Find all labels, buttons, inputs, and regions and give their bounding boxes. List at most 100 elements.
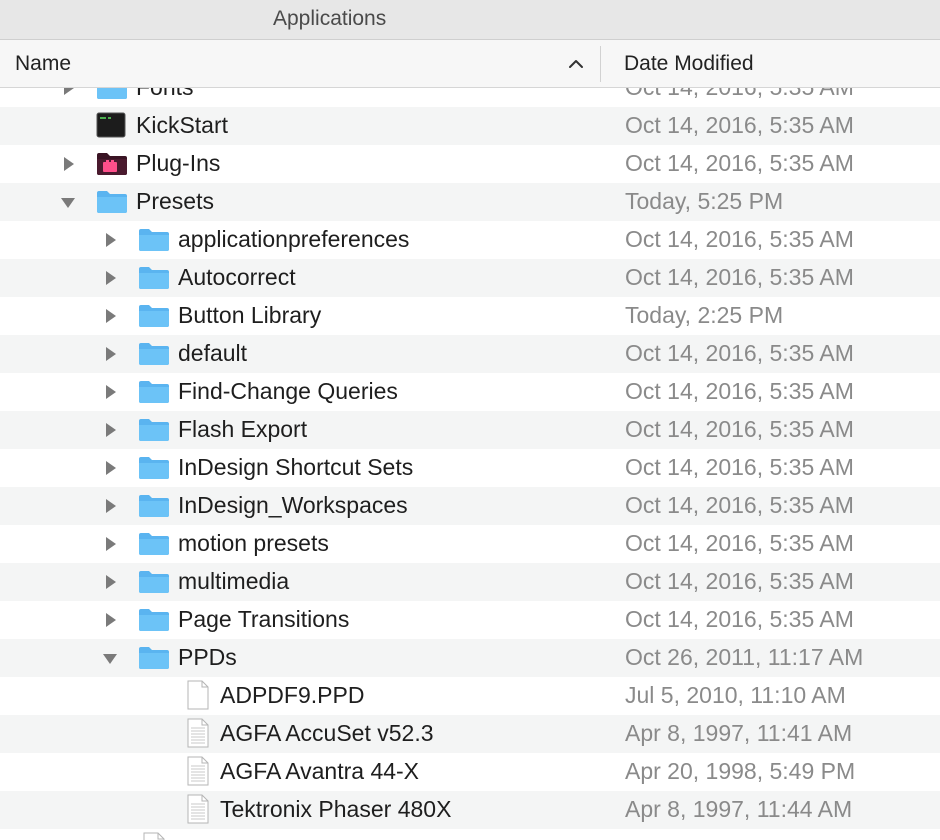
- item-date-modified: Apr 8, 1997, 11:41 AM: [625, 720, 853, 746]
- disclosure-collapsed-icon[interactable]: [102, 308, 118, 324]
- disclosure-expanded-icon[interactable]: [102, 650, 118, 666]
- date-modified-column-header[interactable]: Date Modified: [624, 52, 754, 76]
- item-name: Button Library: [178, 302, 322, 328]
- folder-icon: [138, 226, 170, 257]
- disclosure-collapsed-icon[interactable]: [102, 270, 118, 286]
- column-separator[interactable]: [600, 46, 601, 82]
- item-date-modified: Oct 14, 2016, 5:35 AM: [625, 264, 854, 290]
- disclosure-collapsed-icon[interactable]: [102, 612, 118, 628]
- blank-file-icon: [186, 680, 210, 715]
- folder-icon: [138, 378, 170, 409]
- list-item[interactable]: Flash Export Oct 14, 2016, 5:35 AM: [0, 411, 940, 449]
- disclosure-collapsed-icon[interactable]: [102, 460, 118, 476]
- disclosure-collapsed-icon[interactable]: [102, 536, 118, 552]
- list-item[interactable]: AGFA AccuSet v52.3 Apr 8, 1997, 11:41 AM: [0, 715, 940, 753]
- folder-icon: [138, 302, 170, 333]
- folder-icon: [138, 454, 170, 485]
- list-item[interactable]: Autocorrect Oct 14, 2016, 5:35 AM: [0, 259, 940, 297]
- list-item[interactable]: AGFA Avantra 44-X Apr 20, 1998, 5:49 PM: [0, 753, 940, 791]
- folder-icon: [96, 88, 128, 105]
- disclosure-collapsed-icon[interactable]: [102, 574, 118, 590]
- item-date-modified: Oct 14, 2016, 5:35 AM: [625, 492, 854, 518]
- name-column-header[interactable]: Name: [15, 52, 71, 76]
- item-date-modified: Oct 14, 2016, 5:35 AM: [625, 568, 854, 594]
- item-name: Find-Change Queries: [178, 378, 398, 404]
- item-name: PPDs: [178, 644, 237, 670]
- list-item[interactable]: Tektronix Phaser 480X Apr 8, 1997, 11:44 …: [0, 791, 940, 829]
- item-name: InDesign Shortcut Sets: [178, 454, 414, 480]
- disclosure-expanded-icon[interactable]: [60, 194, 76, 210]
- folder-icon: [138, 416, 170, 447]
- disclosure-collapsed-icon[interactable]: [102, 498, 118, 514]
- item-name: ADPDF9.PPD: [220, 682, 365, 708]
- disclosure-collapsed-icon[interactable]: [102, 232, 118, 248]
- item-name: KickStart: [136, 112, 229, 138]
- file-list[interactable]: Fonts Oct 14, 2016, 5:35 AM KickStart Oct 1…: [0, 88, 940, 840]
- list-item[interactable]: KickStart Oct 14, 2016, 5:35 AM: [0, 107, 940, 145]
- item-name: AGFA Avantra 44-X: [220, 758, 420, 784]
- folder-icon: [138, 644, 170, 675]
- disclosure-collapsed-icon[interactable]: [102, 384, 118, 400]
- list-item[interactable]: Presets Today, 5:25 PM: [0, 183, 940, 221]
- item-date-modified: Today, 5:25 PM: [625, 188, 784, 214]
- plugin-folder-icon: [96, 150, 128, 181]
- list-item[interactable]: Find-Change Queries Oct 14, 2016, 5:35 AM: [0, 373, 940, 411]
- item-date-modified: Oct 14, 2016, 5:35 AM: [625, 150, 854, 176]
- list-item[interactable]: InDesign Shortcut Sets Oct 14, 2016, 5:35…: [0, 449, 940, 487]
- item-date-modified: Oct 14, 2016, 5:35 AM: [625, 226, 854, 252]
- list-item[interactable]: applicationpreferences Oct 14, 2016, 5:35…: [0, 221, 940, 259]
- column-header: Name Date Modified: [0, 40, 940, 88]
- item-date-modified: Oct 14, 2016, 5:35 AM: [625, 454, 854, 480]
- text-file-icon: [186, 718, 210, 753]
- window-titlebar[interactable]: Applications: [0, 0, 940, 40]
- text-file-icon: [142, 832, 166, 840]
- folder-icon: [138, 264, 170, 295]
- sort-ascending-icon[interactable]: [567, 55, 585, 73]
- folder-icon: [138, 530, 170, 561]
- list-item[interactable]: InDesign_Workspaces Oct 14, 2016, 5:35 AM: [0, 487, 940, 525]
- list-item[interactable]: Fonts Oct 14, 2016, 5:35 AM: [0, 88, 940, 107]
- terminal-app-icon: [96, 112, 126, 143]
- window-title: Applications: [273, 7, 387, 30]
- list-item[interactable]: ADPDF9.PPD Jul 5, 2010, 11:10 AM: [0, 677, 940, 715]
- item-name: Presets: [136, 188, 214, 214]
- item-name: Tektronix Phaser 480X: [220, 796, 452, 822]
- folder-icon: [96, 188, 128, 219]
- item-name: default: [178, 340, 248, 366]
- item-date-modified: Oct 14, 2016, 5:35 AM: [625, 606, 854, 632]
- text-file-icon: [186, 794, 210, 829]
- item-date-modified: Apr 8, 1997, 11:44 AM: [625, 796, 853, 822]
- list-item[interactable]: Button Library Today, 2:25 PM: [0, 297, 940, 335]
- item-date-modified: Oct 14, 2016, 5:35 AM: [625, 88, 854, 101]
- item-name: motion presets: [178, 530, 329, 556]
- item-date-modified: Oct 26, 2011, 11:17 AM: [625, 644, 864, 670]
- list-item[interactable]: Page Transitions Oct 14, 2016, 5:35 AM: [0, 601, 940, 639]
- item-name: Fonts: [136, 88, 194, 101]
- item-date-modified: Oct 14, 2016, 5:35 AM: [625, 112, 854, 138]
- list-item[interactable]: default Oct 14, 2016, 5:35 AM: [0, 335, 940, 373]
- disclosure-collapsed-icon[interactable]: [60, 156, 76, 172]
- item-name: Page Transitions: [178, 606, 350, 632]
- disclosure-collapsed-icon[interactable]: [102, 346, 118, 362]
- folder-icon: [138, 340, 170, 371]
- list-item[interactable]: Plug-Ins Oct 14, 2016, 5:35 AM: [0, 145, 940, 183]
- item-name: AGFA AccuSet v52.3: [220, 720, 434, 746]
- item-name: InDesign_Workspaces: [178, 492, 408, 518]
- folder-icon: [138, 606, 170, 637]
- item-name: Plug-Ins: [136, 150, 221, 176]
- disclosure-collapsed-icon[interactable]: [102, 422, 118, 438]
- item-date-modified: Oct 14, 2016, 5:35 AM: [625, 340, 854, 366]
- item-date-modified: Today, 2:25 PM: [625, 302, 784, 328]
- item-date-modified: Oct 14, 2016, 5:35 AM: [625, 378, 854, 404]
- item-date-modified: Oct 14, 2016, 5:35 AM: [625, 416, 854, 442]
- item-date-modified: Jul 5, 2010, 11:10 AM: [625, 682, 846, 708]
- list-item[interactable]: motion presets Oct 14, 2016, 5:35 AM: [0, 525, 940, 563]
- item-name: Autocorrect: [178, 264, 296, 290]
- disclosure-collapsed-icon[interactable]: [60, 88, 76, 96]
- list-item[interactable]: PPDs Oct 26, 2011, 11:17 AM: [0, 639, 940, 677]
- item-name: multimedia: [178, 568, 290, 594]
- text-file-icon: [186, 756, 210, 791]
- list-item[interactable]: [0, 829, 940, 840]
- list-item[interactable]: multimedia Oct 14, 2016, 5:35 AM: [0, 563, 940, 601]
- item-date-modified: Oct 14, 2016, 5:35 AM: [625, 530, 854, 556]
